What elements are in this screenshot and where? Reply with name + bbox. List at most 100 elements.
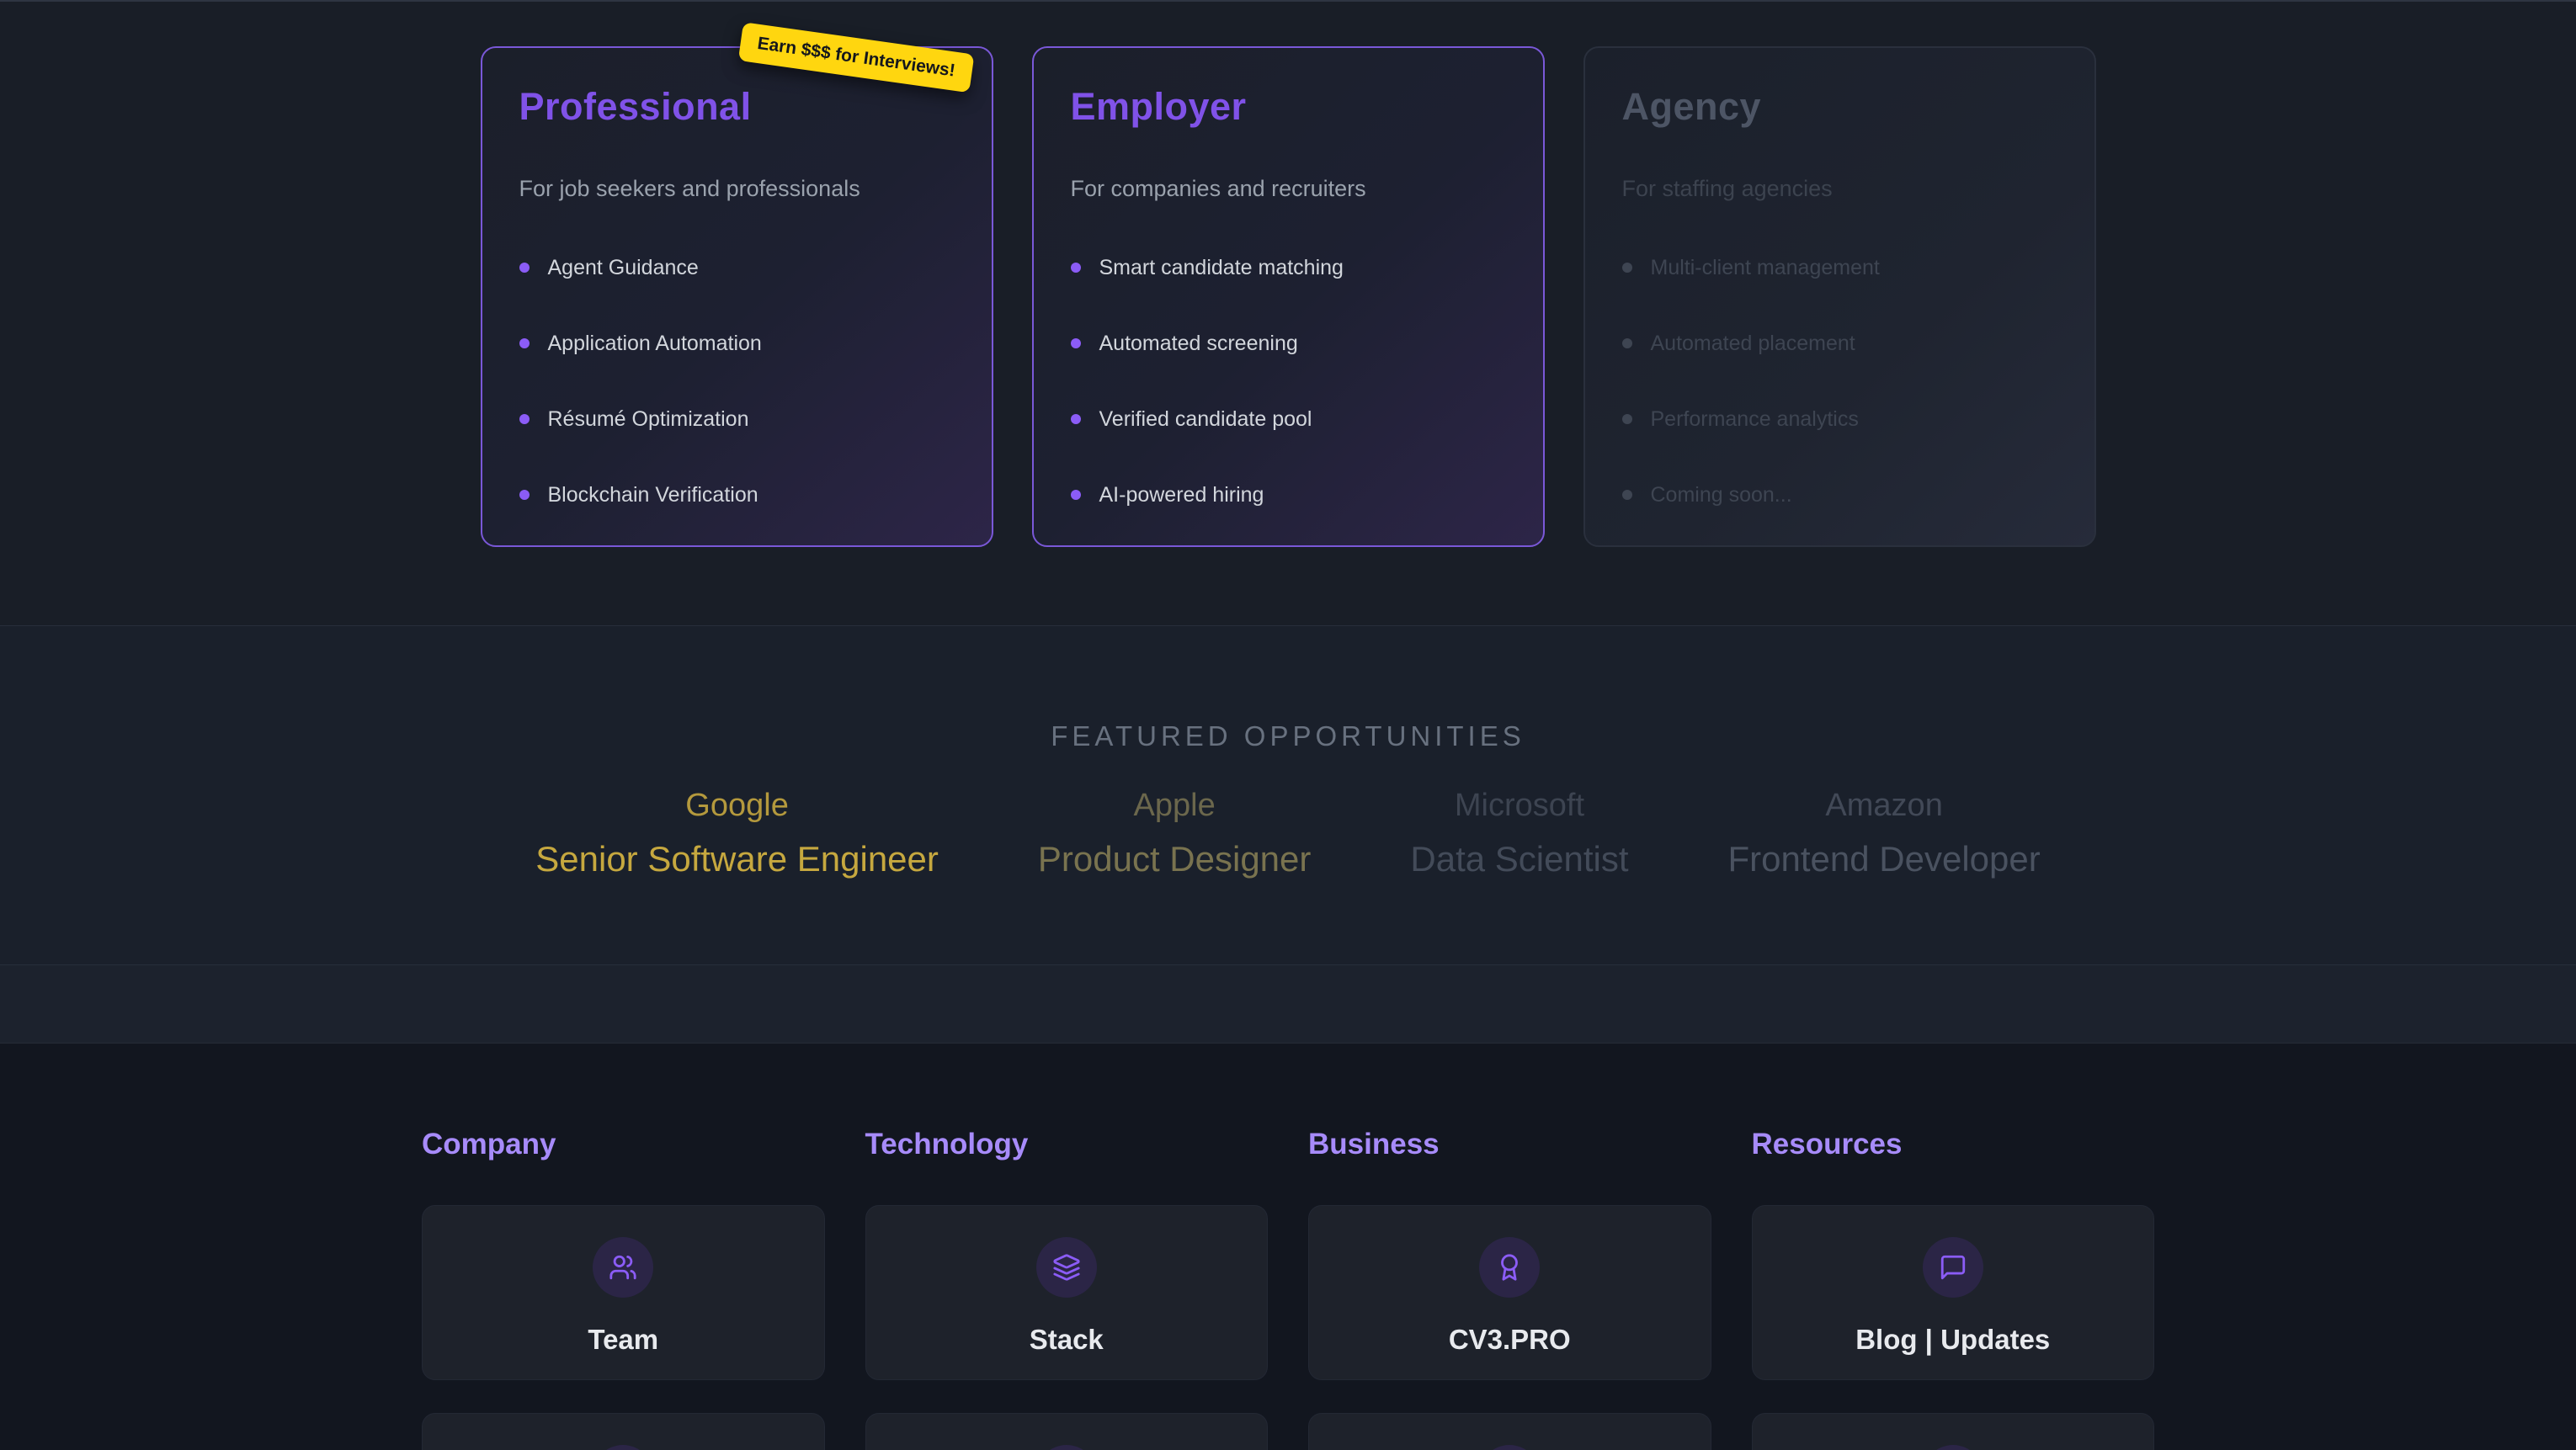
job-item-google[interactable]: Google Senior Software Engineer <box>535 788 939 879</box>
feature-item: Verified candidate pool <box>1071 406 1506 432</box>
icon-badge <box>1479 1237 1540 1298</box>
job-item-microsoft[interactable]: Microsoft Data Scientist <box>1410 788 1628 879</box>
job-company: Amazon <box>1728 788 2041 824</box>
feature-label: Coming soon... <box>1651 483 1792 507</box>
footer-card[interactable] <box>422 1413 825 1450</box>
bullet-dot-icon <box>1071 490 1081 500</box>
feature-label: Application Automation <box>548 332 762 356</box>
icon-badge <box>1923 1237 1983 1298</box>
featured-section: FEATURED OPPORTUNITIES Google Senior Sof… <box>0 626 2576 965</box>
bullet-dot-icon <box>1622 263 1632 273</box>
footer-card[interactable] <box>1308 1413 1711 1450</box>
bullet-dot-icon <box>1622 490 1632 500</box>
footer-column-business: Business CV3.PRO <box>1308 1128 1711 1450</box>
footer-column-heading: Company <box>422 1128 825 1161</box>
job-company: Microsoft <box>1410 788 1628 824</box>
footer-card-cv3pro[interactable]: CV3.PRO <box>1308 1205 1711 1380</box>
feature-item: Automated placement <box>1622 331 2057 356</box>
feature-item: Multi-client management <box>1622 255 2057 280</box>
feature-item: Blockchain Verification <box>519 482 955 507</box>
footer-column-resources: Resources Blog | Updates <box>1752 1128 2155 1450</box>
feature-item: Performance analytics <box>1622 406 2057 432</box>
plan-subtitle: For companies and recruiters <box>1071 176 1506 202</box>
footer-card-stack[interactable]: Stack <box>865 1205 1269 1380</box>
bullet-dot-icon <box>519 414 530 424</box>
job-role: Frontend Developer <box>1728 839 2041 879</box>
footer-card-label: CV3.PRO <box>1449 1324 1571 1356</box>
job-role: Senior Software Engineer <box>535 839 939 879</box>
feature-item: AI-powered hiring <box>1071 482 1506 507</box>
footer-card-label: Team <box>588 1324 658 1356</box>
footer-card-label: Stack <box>1030 1324 1104 1356</box>
icon-badge <box>1479 1445 1540 1450</box>
plan-feature-list: Multi-client management Automated placem… <box>1622 255 2057 507</box>
feature-item: Automated screening <box>1071 331 1506 356</box>
feature-label: Multi-client management <box>1651 256 1880 280</box>
footer-grid: Company Team Technology <box>422 1128 2154 1450</box>
footer-column-heading: Business <box>1308 1128 1711 1161</box>
users-icon <box>609 1253 637 1282</box>
featured-heading: FEATURED OPPORTUNITIES <box>0 720 2576 752</box>
bullet-dot-icon <box>519 263 530 273</box>
plan-subtitle: For staffing agencies <box>1622 176 2057 202</box>
bullet-dot-icon <box>1071 263 1081 273</box>
feature-item: Coming soon... <box>1622 482 2057 507</box>
footer-card[interactable] <box>865 1413 1269 1450</box>
plans-row: Professional For job seekers and profess… <box>0 2 2576 547</box>
icon-badge <box>593 1237 653 1298</box>
plan-card-agency: Agency For staffing agencies Multi-clien… <box>1583 46 2096 547</box>
bullet-dot-icon <box>1622 414 1632 424</box>
feature-item: Application Automation <box>519 331 955 356</box>
job-item-amazon[interactable]: Amazon Frontend Developer <box>1728 788 2041 879</box>
footer-card-blog[interactable]: Blog | Updates <box>1752 1205 2155 1380</box>
footer-column-heading: Resources <box>1752 1128 2155 1161</box>
featured-jobs-row: Google Senior Software Engineer Apple Pr… <box>0 788 2576 879</box>
plan-feature-list: Agent Guidance Application Automation Ré… <box>519 255 955 507</box>
feature-label: Smart candidate matching <box>1099 256 1344 280</box>
section-divider-band <box>0 965 2576 1044</box>
icon-badge <box>1923 1445 1983 1450</box>
icon-badge <box>1036 1445 1097 1450</box>
job-item-apple[interactable]: Apple Product Designer <box>1038 788 1312 879</box>
message-square-icon <box>1939 1253 1967 1282</box>
plan-feature-list: Smart candidate matching Automated scree… <box>1071 255 1506 507</box>
footer-card-team[interactable]: Team <box>422 1205 825 1380</box>
plan-subtitle: For job seekers and professionals <box>519 176 955 202</box>
feature-label: Performance analytics <box>1651 407 1859 432</box>
footer-column-heading: Technology <box>865 1128 1269 1161</box>
feature-label: Résumé Optimization <box>548 407 749 432</box>
feature-label: AI-powered hiring <box>1099 483 1264 507</box>
job-role: Data Scientist <box>1410 839 1628 879</box>
icon-badge <box>593 1445 653 1450</box>
bullet-dot-icon <box>1071 414 1081 424</box>
feature-label: Blockchain Verification <box>548 483 758 507</box>
plan-card-employer[interactable]: Employer For companies and recruiters Sm… <box>1032 46 1545 547</box>
footer-card-label: Blog | Updates <box>1855 1324 2050 1356</box>
job-role: Product Designer <box>1038 839 1312 879</box>
feature-label: Automated screening <box>1099 332 1298 356</box>
bullet-dot-icon <box>519 338 530 348</box>
footer-column-technology: Technology Stack <box>865 1128 1269 1450</box>
bullet-dot-icon <box>1071 338 1081 348</box>
plan-title: Professional <box>519 85 955 129</box>
plan-card-professional[interactable]: Professional For job seekers and profess… <box>481 46 993 547</box>
award-icon <box>1495 1253 1524 1282</box>
job-company: Apple <box>1038 788 1312 824</box>
bullet-dot-icon <box>1622 338 1632 348</box>
layers-icon <box>1052 1253 1081 1282</box>
footer-card[interactable] <box>1752 1413 2155 1450</box>
icon-badge <box>1036 1237 1097 1298</box>
plan-title: Employer <box>1071 85 1506 129</box>
plan-title: Agency <box>1622 85 2057 129</box>
footer-section: Company Team Technology <box>0 1044 2576 1450</box>
feature-item: Agent Guidance <box>519 255 955 280</box>
bullet-dot-icon <box>519 490 530 500</box>
feature-item: Smart candidate matching <box>1071 255 1506 280</box>
feature-label: Verified candidate pool <box>1099 407 1312 432</box>
footer-column-company: Company Team <box>422 1128 825 1450</box>
feature-label: Agent Guidance <box>548 256 699 280</box>
feature-label: Automated placement <box>1651 332 1855 356</box>
plans-section: Earn $$$ for Interviews! Professional Fo… <box>0 0 2576 626</box>
feature-item: Résumé Optimization <box>519 406 955 432</box>
job-company: Google <box>535 788 939 824</box>
